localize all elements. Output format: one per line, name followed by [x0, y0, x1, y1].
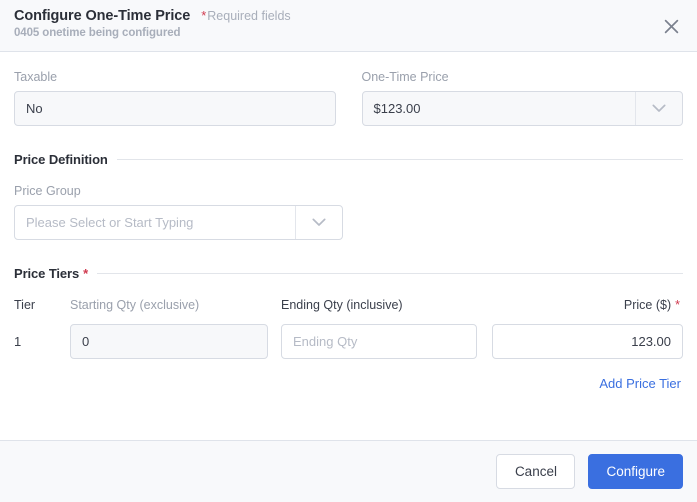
ending-qty-input[interactable]: Ending Qty — [281, 324, 477, 359]
required-asterisk: * — [201, 8, 207, 23]
price-definition-section-header: Price Definition — [14, 152, 683, 167]
starting-qty-value: 0 — [82, 334, 90, 349]
price-group-select[interactable]: Please Select or Start Typing — [14, 205, 343, 240]
price-group-field-group: Price Group Please Select or Start Typin… — [14, 184, 343, 240]
chevron-down-icon — [312, 218, 326, 227]
close-icon — [664, 19, 679, 34]
chevron-down-icon — [652, 104, 666, 113]
page-title: Configure One-Time Price — [14, 8, 191, 24]
taxable-input[interactable]: No — [14, 91, 336, 126]
price-tiers-section-header: Price Tiers * — [14, 266, 683, 281]
price-group-placeholder: Please Select or Start Typing — [26, 215, 194, 230]
one-time-price-value: $123.00 — [373, 101, 421, 116]
dialog-body: Taxable No One-Time Price $123.00 Price … — [0, 52, 697, 440]
ending-qty-placeholder: Ending Qty — [293, 334, 358, 349]
dialog-header: Configure One-Time Price *Required field… — [0, 0, 697, 52]
price-cell: 123.00 — [492, 324, 683, 359]
taxable-field-group: Taxable No — [14, 70, 336, 126]
column-header-price-label: Price ($) — [623, 298, 672, 312]
required-fields-note: *Required fields — [201, 8, 290, 23]
starting-qty-cell: 0 — [70, 324, 268, 359]
add-price-tier-link[interactable]: Add Price Tier — [599, 376, 681, 391]
price-tiers-required-asterisk: * — [83, 266, 89, 281]
column-header-price: Price ($) * — [492, 298, 683, 312]
price-tiers-header-row: Tier Starting Qty (exclusive) Ending Qty… — [14, 298, 683, 312]
top-fields-row: Taxable No One-Time Price $123.00 — [14, 52, 683, 126]
taxable-value: No — [26, 101, 43, 116]
one-time-price-label: One-Time Price — [361, 70, 449, 84]
price-tiers-title: Price Tiers — [14, 266, 80, 281]
section-divider — [97, 273, 683, 274]
add-price-tier-row: Add Price Tier — [14, 376, 683, 391]
dialog-footer: Cancel Configure — [0, 440, 697, 502]
starting-qty-input: 0 — [70, 324, 268, 359]
tier-number: 1 — [14, 334, 22, 349]
column-header-ending-qty: Ending Qty (inclusive) — [281, 298, 403, 312]
cancel-button[interactable]: Cancel — [496, 454, 576, 489]
price-group-label: Price Group — [14, 184, 81, 198]
configure-button[interactable]: Configure — [588, 454, 683, 489]
configure-price-dialog: Configure One-Time Price *Required field… — [0, 0, 697, 502]
price-required-asterisk: * — [675, 298, 680, 312]
price-group-dropdown-toggle[interactable] — [295, 206, 342, 239]
one-time-price-dropdown-toggle[interactable] — [635, 92, 682, 125]
column-header-tier: Tier — [14, 298, 36, 312]
table-row: 1 0 Ending Qty 123.00 — [14, 324, 683, 359]
price-tiers-table: Tier Starting Qty (exclusive) Ending Qty… — [14, 298, 683, 391]
required-fields-label: Required fields — [207, 9, 291, 23]
ending-qty-cell: Ending Qty — [281, 324, 477, 359]
close-button[interactable] — [658, 13, 684, 39]
price-value: 123.00 — [631, 334, 671, 349]
one-time-price-field-group: One-Time Price $123.00 — [361, 70, 683, 126]
column-header-starting-qty: Starting Qty (exclusive) — [70, 298, 200, 312]
section-divider — [116, 159, 683, 160]
price-input[interactable]: 123.00 — [492, 324, 683, 359]
dialog-title-row: Configure One-Time Price *Required field… — [14, 8, 683, 24]
one-time-price-select[interactable]: $123.00 — [361, 91, 683, 126]
dialog-subtitle: 0405 onetime being configured — [14, 27, 181, 39]
price-definition-title: Price Definition — [14, 152, 108, 167]
taxable-label: Taxable — [14, 70, 58, 84]
